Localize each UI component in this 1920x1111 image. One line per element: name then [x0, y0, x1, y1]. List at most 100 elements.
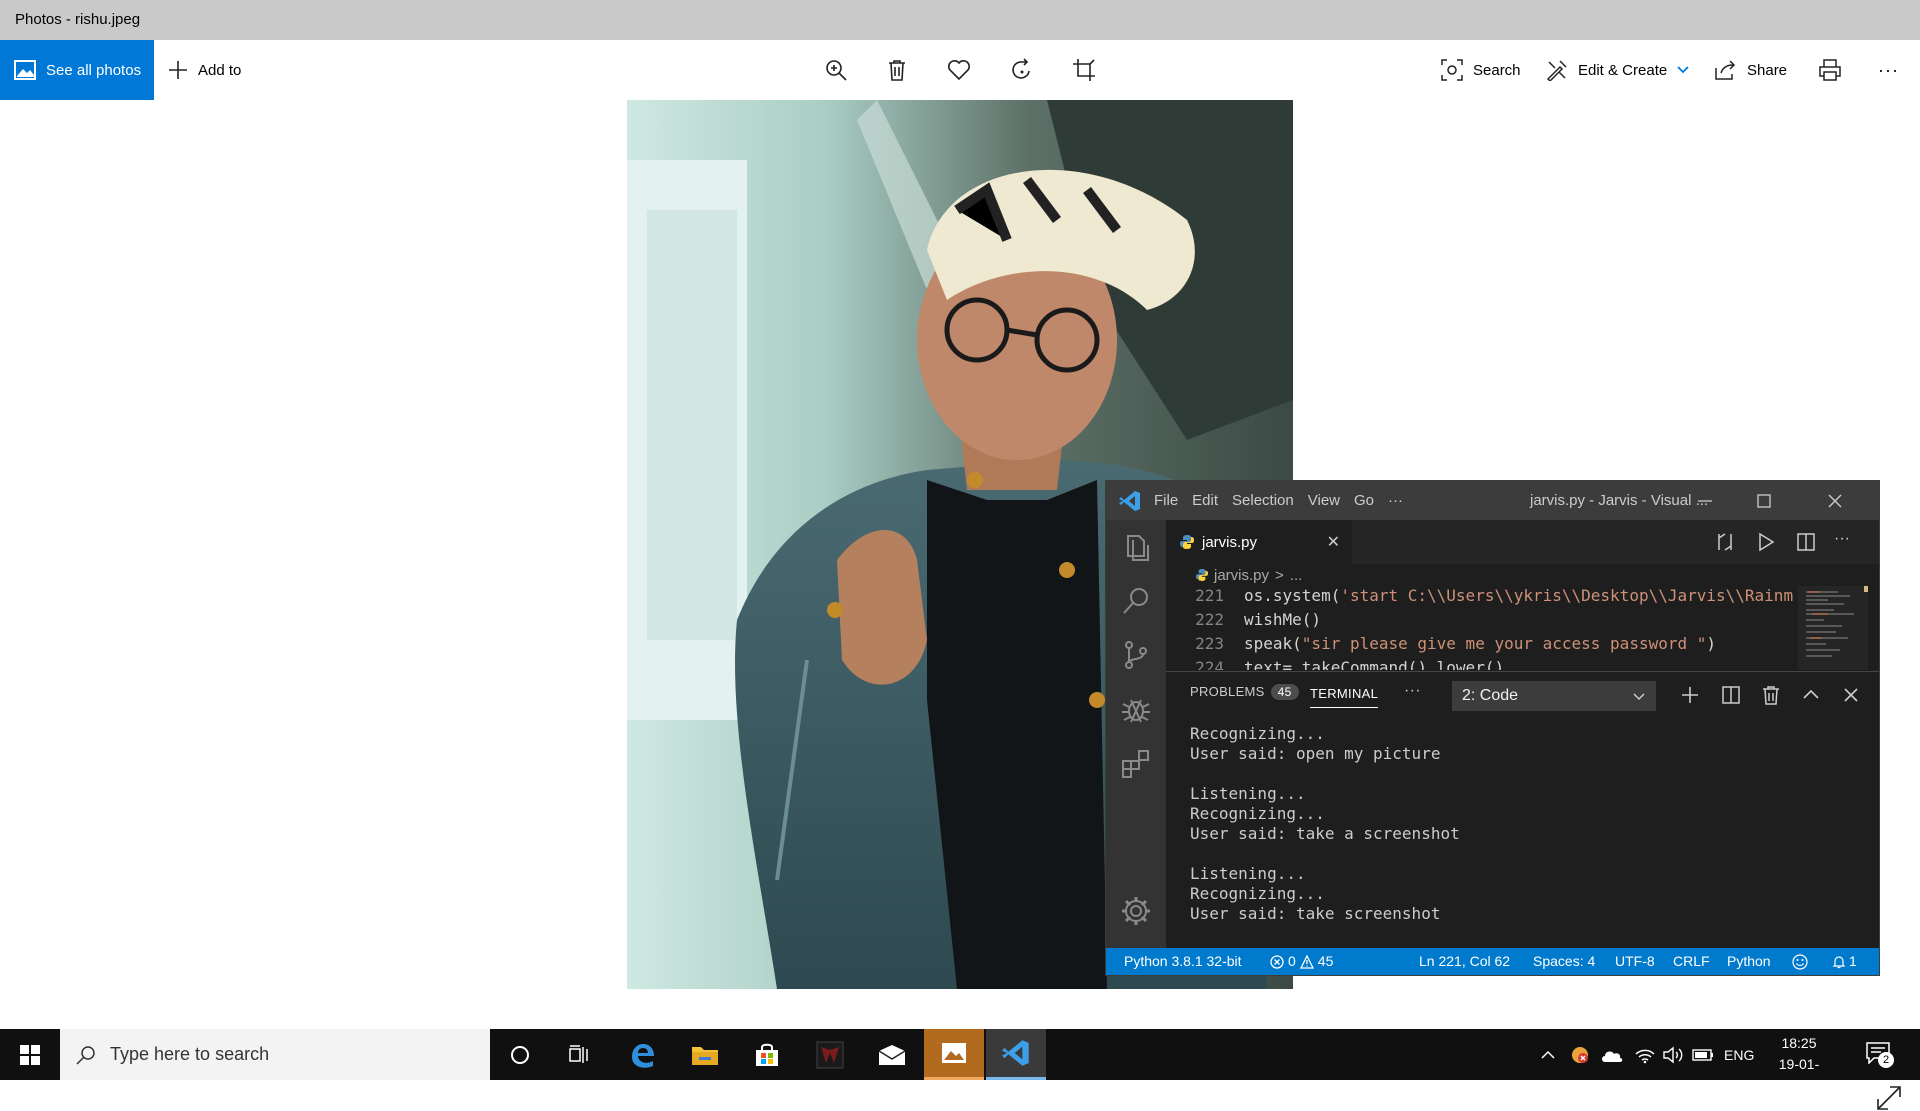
line-number: 221: [1195, 586, 1224, 605]
code-editor[interactable]: 221 os.system('start C:\\Users\\ykris\\D…: [1166, 586, 1846, 670]
menu-selection[interactable]: Selection: [1232, 492, 1294, 509]
taskbar-search-box[interactable]: Type here to search: [60, 1029, 490, 1080]
input-language-indicator[interactable]: ENG: [1724, 1029, 1754, 1080]
source-control-icon[interactable]: [1119, 638, 1153, 672]
compare-changes-icon[interactable]: [1713, 530, 1737, 554]
notifications-status[interactable]: 1: [1832, 948, 1857, 975]
see-all-photos-button[interactable]: See all photos: [0, 40, 154, 100]
vscode-taskbar-button[interactable]: [986, 1029, 1046, 1080]
wifi-icon[interactable]: [1634, 1029, 1656, 1080]
close-tab-icon[interactable]: ✕: [1327, 532, 1340, 552]
split-editor-icon[interactable]: [1794, 530, 1818, 554]
menu-more[interactable]: ···: [1388, 492, 1403, 509]
share-label: Share: [1747, 61, 1788, 79]
terminal-select-dropdown[interactable]: 2: Code: [1452, 681, 1656, 711]
favorite-heart-icon[interactable]: [947, 58, 971, 82]
print-icon[interactable]: [1818, 58, 1842, 82]
explorer-icon[interactable]: [1119, 530, 1153, 564]
window-titlebar: Photos - rishu.jpeg: [0, 0, 1920, 40]
breadcrumb-symbol[interactable]: ...: [1290, 567, 1303, 584]
code-text: wishMe(): [1244, 610, 1322, 629]
split-terminal-icon[interactable]: [1720, 684, 1742, 706]
error-icon: [1270, 954, 1284, 969]
windows-taskbar: Type here to search ENG 18:25 19-01-2020…: [0, 1029, 1920, 1093]
action-center-button[interactable]: 2: [1866, 1029, 1894, 1080]
system-clock[interactable]: 18:25 19-01-2020: [1764, 1033, 1834, 1096]
clock-date: 19-01-2020: [1778, 1056, 1820, 1093]
menu-view[interactable]: View: [1308, 492, 1340, 509]
notification-count: 1: [1849, 953, 1857, 969]
tab-terminal[interactable]: TERMINAL: [1310, 686, 1379, 708]
maximize-button[interactable]: [1735, 481, 1793, 520]
problems-label: PROBLEMS: [1190, 684, 1265, 699]
warning-icon: [1299, 954, 1314, 969]
photos-app-button[interactable]: [924, 1029, 984, 1080]
edge-browser-button[interactable]: [612, 1029, 672, 1080]
new-terminal-plus-icon[interactable]: [1679, 684, 1701, 706]
microsoft-store-button[interactable]: [737, 1029, 797, 1080]
predator-sense-button[interactable]: [800, 1029, 860, 1080]
cortana-button[interactable]: [490, 1029, 550, 1080]
full-screen-icon[interactable]: [1876, 1085, 1902, 1111]
run-python-file-icon[interactable]: [1754, 530, 1778, 554]
menu-go[interactable]: Go: [1354, 492, 1374, 509]
delete-icon[interactable]: [885, 58, 909, 82]
vscode-icon: [1002, 1040, 1029, 1066]
mail-envelope-icon: [878, 1044, 906, 1065]
status-bar: Python 3.8.1 32-bit 0 45 Ln 221, Col 62 …: [1106, 948, 1879, 975]
crop-icon[interactable]: [1072, 58, 1096, 82]
breadcrumb-file[interactable]: jarvis.py: [1214, 567, 1269, 584]
code-line: speak("sir please give me your access pa…: [1244, 634, 1716, 653]
extensions-icon[interactable]: [1119, 746, 1153, 780]
menu-file[interactable]: File: [1154, 492, 1178, 509]
end-of-line-status[interactable]: CRLF: [1673, 948, 1710, 975]
tab-problems[interactable]: PROBLEMS 45: [1190, 684, 1299, 700]
python-interpreter-status[interactable]: Python 3.8.1 32-bit: [1124, 948, 1242, 975]
add-to-button[interactable]: Add to: [168, 40, 241, 100]
mail-button[interactable]: [862, 1029, 922, 1080]
settings-gear-icon[interactable]: [1119, 894, 1153, 928]
rotate-icon[interactable]: [1010, 58, 1034, 82]
task-view-button[interactable]: [550, 1029, 610, 1080]
line-number: 223: [1195, 634, 1224, 653]
photos-toolbar: See all photos Add to Search Edit & Crea…: [0, 40, 1920, 100]
search-button[interactable]: Search: [1441, 40, 1521, 100]
see-all-photos-label: See all photos: [46, 61, 142, 79]
file-explorer-button[interactable]: [675, 1029, 735, 1080]
terminal-output[interactable]: Recognizing... User said: open my pictur…: [1190, 724, 1460, 924]
edit-create-label: Edit & Create: [1578, 61, 1668, 79]
close-window-button[interactable]: [1806, 481, 1864, 520]
edit-create-button[interactable]: Edit & Create: [1546, 40, 1689, 100]
minimize-button[interactable]: [1676, 481, 1734, 520]
python-file-icon: [1180, 535, 1194, 549]
chevron-down-icon: [1677, 66, 1689, 74]
onedrive-cloud-icon[interactable]: [1600, 1029, 1624, 1080]
bottom-panel: PROBLEMS 45 TERMINAL ··· 2: Code Recogniz…: [1166, 671, 1879, 948]
search-icon[interactable]: [1119, 584, 1153, 618]
close-panel-icon[interactable]: [1840, 684, 1862, 706]
share-button[interactable]: Share: [1715, 40, 1787, 100]
menu-edit[interactable]: Edit: [1192, 492, 1218, 509]
maximize-panel-chevron-up-icon[interactable]: [1800, 684, 1822, 706]
minimap[interactable]: [1798, 586, 1868, 670]
debug-icon[interactable]: [1119, 692, 1153, 726]
zoom-in-icon[interactable]: [824, 58, 848, 82]
more-options-button[interactable]: ···: [1878, 40, 1899, 100]
code-text: text= takeCommand().lower(): [1244, 658, 1505, 670]
volume-icon[interactable]: [1662, 1029, 1684, 1080]
kill-terminal-trash-icon[interactable]: [1760, 684, 1782, 706]
feedback-smiley-icon[interactable]: [1792, 954, 1808, 970]
editor-tabs: jarvis.py ✕ ···: [1166, 520, 1879, 564]
battery-icon[interactable]: [1692, 1029, 1714, 1080]
antivirus-tray-icon[interactable]: [1570, 1029, 1590, 1080]
show-hidden-icons-chevron-up-icon[interactable]: [1540, 1029, 1556, 1080]
problems-status[interactable]: 0 45: [1270, 948, 1333, 975]
language-mode-status[interactable]: Python: [1727, 948, 1771, 975]
start-button[interactable]: [0, 1029, 60, 1080]
tab-jarvis-py[interactable]: jarvis.py ✕: [1166, 520, 1352, 564]
panel-more-icon[interactable]: ···: [1404, 682, 1421, 700]
indentation-status[interactable]: Spaces: 4: [1533, 948, 1595, 975]
encoding-status[interactable]: UTF-8: [1615, 948, 1655, 975]
cursor-position-status[interactable]: Ln 221, Col 62: [1419, 948, 1510, 975]
editor-more-icon[interactable]: ···: [1834, 530, 1858, 554]
